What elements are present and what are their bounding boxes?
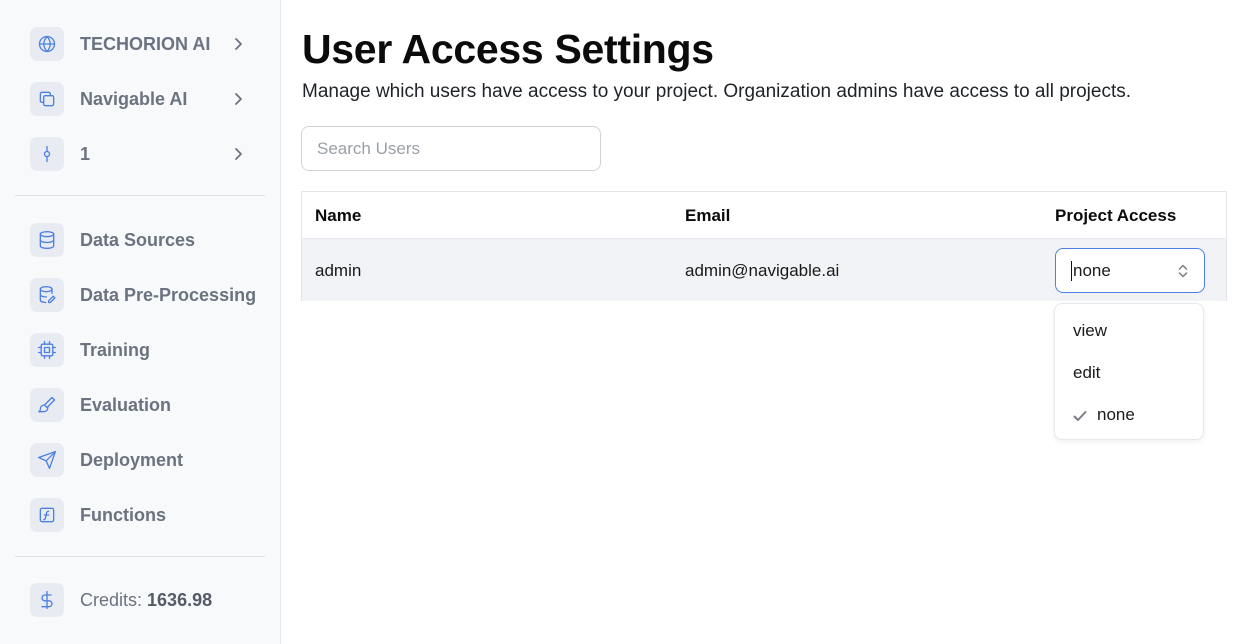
database-icon	[30, 223, 64, 257]
project-access-value: none	[1071, 260, 1111, 281]
search-input[interactable]	[301, 126, 601, 171]
option-none[interactable]: none	[1055, 397, 1203, 433]
sidebar-item-training[interactable]: Training	[30, 333, 150, 367]
chevron-right-icon	[230, 145, 246, 163]
chevron-right-icon	[230, 35, 246, 53]
project-access-dropdown: view edit none	[1054, 303, 1204, 440]
sidebar-item-label: Functions	[80, 504, 166, 525]
sidebar-item-functions[interactable]: Functions	[30, 498, 166, 532]
version-selector[interactable]: 1	[30, 137, 242, 171]
org-selector[interactable]: TECHORION AI	[30, 27, 242, 61]
user-name: admin	[315, 261, 362, 280]
credits-label: Credits:	[80, 589, 143, 610]
brush-icon	[30, 388, 64, 422]
option-view[interactable]: view	[1055, 313, 1203, 349]
version-label: 1	[80, 143, 91, 164]
column-header-email: Email	[685, 206, 731, 225]
sidebar: TECHORION AI Navigable AI 1 Data Sources	[0, 0, 281, 644]
column-header-project-access: Project Access	[1055, 206, 1177, 225]
sidebar-item-label: Data Sources	[80, 229, 196, 250]
page-title: User Access Settings	[302, 26, 714, 72]
sidebar-item-label: Deployment	[80, 449, 184, 470]
check-icon	[1073, 409, 1087, 421]
sidebar-item-deployment[interactable]: Deployment	[30, 443, 183, 477]
credits-value: 1636.98	[147, 589, 213, 610]
chevron-right-icon	[230, 90, 246, 108]
sidebar-item-label: Data Pre-Processing	[80, 284, 257, 305]
function-icon	[30, 498, 64, 532]
credits-text: Credits: 1636.98	[80, 590, 212, 611]
option-edit[interactable]: edit	[1055, 355, 1203, 391]
table-row: admin admin@navigable.ai none	[302, 238, 1226, 301]
sidebar-divider	[15, 195, 265, 196]
option-label: view	[1073, 321, 1108, 340]
option-label: none	[1097, 405, 1135, 424]
user-email: admin@navigable.ai	[685, 261, 840, 280]
database-edit-icon	[30, 278, 64, 312]
credits: Credits: 1636.98	[30, 583, 212, 617]
project-label: Navigable AI	[80, 88, 188, 109]
project-selector[interactable]: Navigable AI	[30, 82, 242, 116]
sidebar-item-label: Training	[80, 339, 151, 360]
project-access-select[interactable]: none	[1055, 248, 1205, 293]
sidebar-item-data-pre-processing[interactable]: Data Pre-Processing	[30, 278, 256, 312]
page-description: Manage which users have access to your p…	[302, 81, 1132, 102]
sidebar-item-data-sources[interactable]: Data Sources	[30, 223, 195, 257]
org-label: TECHORION AI	[80, 33, 211, 54]
sidebar-divider	[15, 556, 265, 557]
send-icon	[30, 443, 64, 477]
git-commit-icon	[30, 137, 64, 171]
sidebar-item-evaluation[interactable]: Evaluation	[30, 388, 171, 422]
dollar-icon	[30, 583, 64, 617]
column-header-name: Name	[315, 206, 362, 225]
globe-icon	[30, 27, 64, 61]
sidebar-item-label: Evaluation	[80, 394, 172, 415]
chevron-up-down-icon	[1176, 262, 1190, 280]
cpu-icon	[30, 333, 64, 367]
copy-icon	[30, 82, 64, 116]
users-table: Name Email Project Access admin admin@na…	[301, 191, 1227, 301]
option-label: edit	[1073, 363, 1101, 382]
